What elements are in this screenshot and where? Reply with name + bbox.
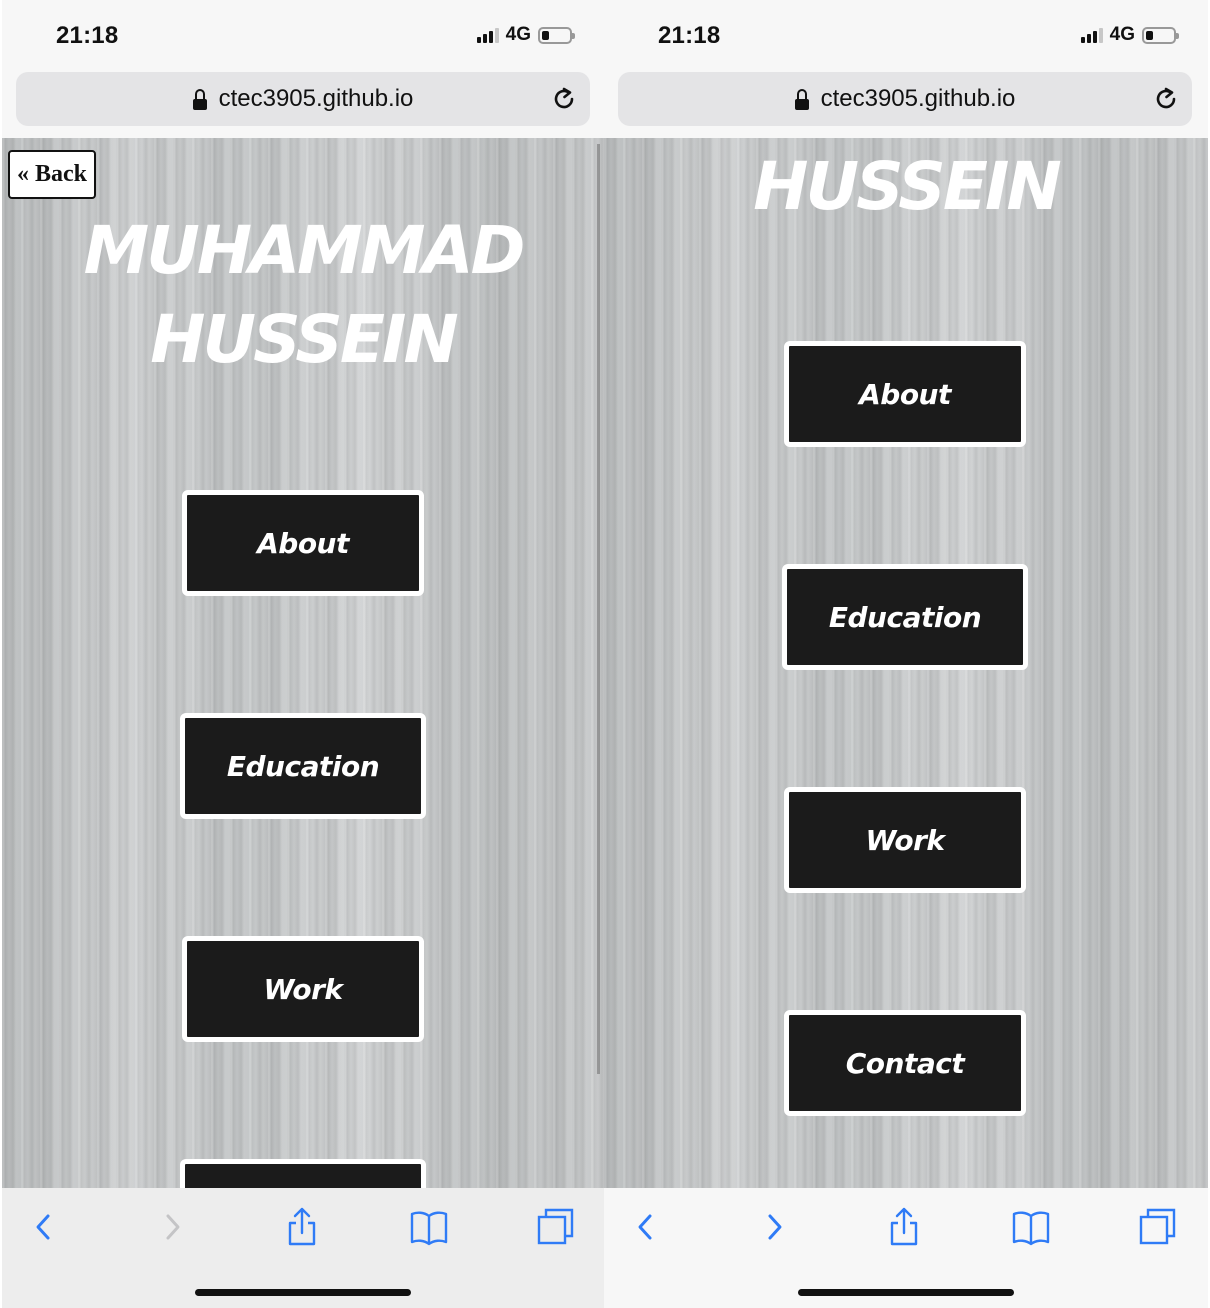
network-type: 4G [505, 24, 531, 45]
nav-about-button[interactable]: About [784, 341, 1026, 447]
site-title: HUSSEIN [604, 142, 1208, 231]
network-type: 4G [1109, 24, 1135, 45]
nav-education-button[interactable]: Education [180, 713, 426, 819]
forward-chevron-icon[interactable] [754, 1206, 794, 1248]
home-indicator[interactable] [195, 1289, 411, 1296]
lock-icon [192, 88, 207, 110]
status-time: 21:18 [56, 22, 119, 49]
page-viewport[interactable]: HUSSEIN About Education Work Contact [604, 138, 1208, 1188]
status-bar: 21:18 4G [604, 0, 1208, 70]
browser-toolbar [604, 1188, 1208, 1308]
title-line-second: HUSSEIN [150, 301, 458, 378]
signal-icon [1080, 27, 1103, 43]
page-viewport[interactable]: « Back MUHAMMAD HUSSEIN About Education … [2, 138, 604, 1188]
home-indicator[interactable] [798, 1289, 1014, 1296]
tabs-icon[interactable] [1138, 1206, 1178, 1248]
back-link-button[interactable]: « Back [8, 150, 96, 199]
browser-toolbar [2, 1188, 604, 1308]
nav-work-button[interactable]: Work [182, 936, 424, 1042]
share-icon[interactable] [884, 1206, 924, 1248]
reload-icon[interactable] [1152, 85, 1180, 113]
signal-icon [476, 27, 499, 43]
status-indicators: 4G [1080, 24, 1179, 45]
status-indicators: 4G [476, 24, 575, 45]
url-text: ctec3905.github.io [820, 85, 1016, 112]
nav-work-button[interactable]: Work [784, 787, 1026, 893]
tabs-icon[interactable] [536, 1206, 576, 1248]
share-icon[interactable] [282, 1206, 322, 1248]
title-line-first: MUHAMMAD [83, 212, 526, 289]
bookmarks-icon[interactable] [1011, 1206, 1051, 1248]
nav-about-button[interactable]: About [182, 490, 424, 596]
address-bar[interactable]: ctec3905.github.io [618, 72, 1192, 126]
battery-icon [1142, 26, 1179, 44]
forward-chevron-icon[interactable] [152, 1206, 192, 1248]
back-chevron-icon[interactable] [626, 1206, 666, 1248]
address-bar[interactable]: ctec3905.github.io [16, 72, 590, 126]
nav-contact-button[interactable]: Contact [784, 1010, 1026, 1116]
url-text: ctec3905.github.io [218, 85, 414, 112]
status-time: 21:18 [658, 22, 721, 49]
title-line-first: HUSSEIN [753, 148, 1061, 225]
site-title: MUHAMMAD HUSSEIN [2, 206, 604, 384]
nav-next-button-partial[interactable] [180, 1159, 426, 1188]
back-chevron-icon[interactable] [24, 1206, 64, 1248]
phone-screen-left: 21:18 4G ctec3905.github.io « Back MUHAM… [2, 0, 604, 1308]
battery-icon [538, 26, 575, 44]
bookmarks-icon[interactable] [409, 1206, 449, 1248]
phone-screen-right: 21:18 4G ctec3905.github.io HUSSEIN Abou… [604, 0, 1208, 1308]
status-bar: 21:18 4G [2, 0, 604, 70]
reload-icon[interactable] [550, 85, 578, 113]
nav-education-button[interactable]: Education [782, 564, 1028, 670]
lock-icon [794, 88, 809, 110]
